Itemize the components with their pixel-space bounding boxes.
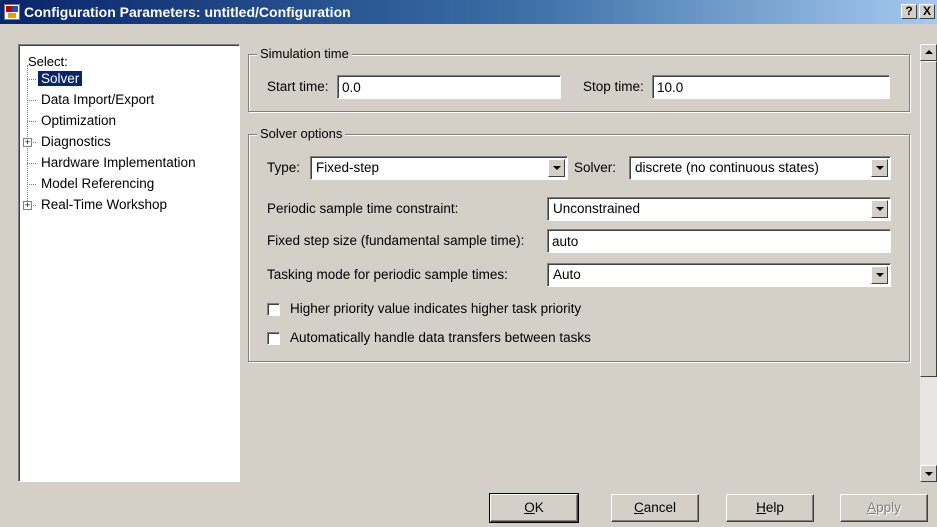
tree-item-label: Diagnostics — [41, 134, 111, 149]
close-button[interactable]: X — [919, 4, 935, 19]
fixed-step-size-field[interactable] — [547, 229, 891, 253]
cancel-accel: C — [633, 500, 644, 515]
auto-data-transfer-checkbox[interactable] — [267, 332, 280, 345]
scroll-up-arrow-icon[interactable] — [920, 44, 937, 61]
apply-label: pply — [876, 500, 901, 515]
vertical-scrollbar[interactable] — [920, 44, 937, 482]
type-label: Type: — [267, 160, 301, 175]
solver-pane: Simulation time Start time: Stop time: S… — [244, 44, 920, 482]
cancel-label: ancel — [643, 500, 677, 515]
help-dialog-button[interactable]: Help — [726, 494, 814, 522]
dropdown-arrow-icon[interactable] — [548, 159, 565, 177]
solver-options-group: Solver options Type: Fixed-step Solver: … — [248, 126, 910, 362]
solver-select-value: discrete (no continuous states) — [635, 160, 819, 175]
solver-label: Solver: — [574, 160, 617, 175]
title-bar[interactable]: Configuration Parameters: untitled/Confi… — [0, 0, 937, 24]
expand-icon[interactable]: + — [23, 138, 32, 147]
simulink-app-icon — [4, 4, 20, 20]
higher-priority-label: Higher priority value indicates higher t… — [290, 301, 582, 316]
apply-accel: A — [867, 500, 877, 515]
scroll-thumb[interactable] — [920, 61, 937, 377]
ok-accel: O — [524, 500, 535, 515]
auto-data-transfer-label: Automatically handle data transfers betw… — [290, 330, 591, 345]
tree-connector-line — [27, 65, 28, 207]
tree-item-label: Optimization — [41, 113, 117, 128]
group-title: Solver options — [257, 126, 346, 141]
periodic-constraint-label: Periodic sample time constraint: — [267, 201, 459, 216]
dropdown-arrow-icon[interactable] — [871, 200, 888, 218]
periodic-constraint-select[interactable]: Unconstrained — [547, 197, 891, 221]
tree-item-label: Data Import/Export — [41, 92, 155, 107]
periodic-constraint-value: Unconstrained — [553, 201, 641, 216]
tasking-mode-value: Auto — [553, 267, 581, 282]
higher-priority-checkbox[interactable] — [267, 303, 280, 316]
solver-select[interactable]: discrete (no continuous states) — [629, 156, 891, 180]
help-label: elp — [765, 500, 784, 515]
ok-label: K — [534, 500, 544, 515]
tasking-mode-select[interactable]: Auto — [547, 263, 891, 287]
tree-connector — [27, 79, 36, 80]
tree-connector — [27, 184, 36, 185]
apply-button[interactable]: Apply — [840, 494, 928, 522]
ok-button[interactable]: OK — [489, 493, 579, 523]
type-select[interactable]: Fixed-step — [310, 156, 568, 180]
group-title: Simulation time — [257, 46, 352, 61]
tree-connector — [27, 100, 36, 101]
dropdown-arrow-icon[interactable] — [871, 159, 888, 177]
simulation-time-group: Simulation time Start time: Stop time: — [248, 46, 910, 112]
fixed-step-size-label: Fixed step size (fundamental sample time… — [267, 233, 525, 248]
tree-connector — [27, 163, 36, 164]
help-button[interactable]: ? — [901, 4, 917, 19]
tasking-mode-label: Tasking mode for periodic sample times: — [267, 267, 508, 282]
stop-time-field[interactable] — [652, 75, 890, 99]
stop-time-label: Stop time: — [583, 79, 644, 94]
tree-item-label: Real-Time Workshop — [41, 197, 168, 212]
dropdown-arrow-icon[interactable] — [871, 266, 888, 284]
start-time-field[interactable] — [337, 75, 561, 99]
start-time-label: Start time: — [267, 79, 329, 94]
tree-item-label: Solver — [38, 71, 83, 86]
type-select-value: Fixed-step — [316, 160, 380, 175]
tree-header: Select: — [28, 54, 68, 69]
tree-item-label: Hardware Implementation — [41, 155, 196, 170]
category-tree[interactable]: Select: Solver Data Import/Export Optimi… — [18, 44, 240, 482]
tree-connector — [27, 121, 36, 122]
scroll-down-arrow-icon[interactable] — [920, 465, 937, 482]
expand-icon[interactable]: + — [23, 201, 32, 210]
cancel-button[interactable]: Cancel — [611, 494, 699, 522]
tree-item-label: Model Referencing — [41, 176, 155, 191]
help-accel: H — [756, 500, 766, 515]
window-title: Configuration Parameters: untitled/Confi… — [24, 4, 351, 20]
